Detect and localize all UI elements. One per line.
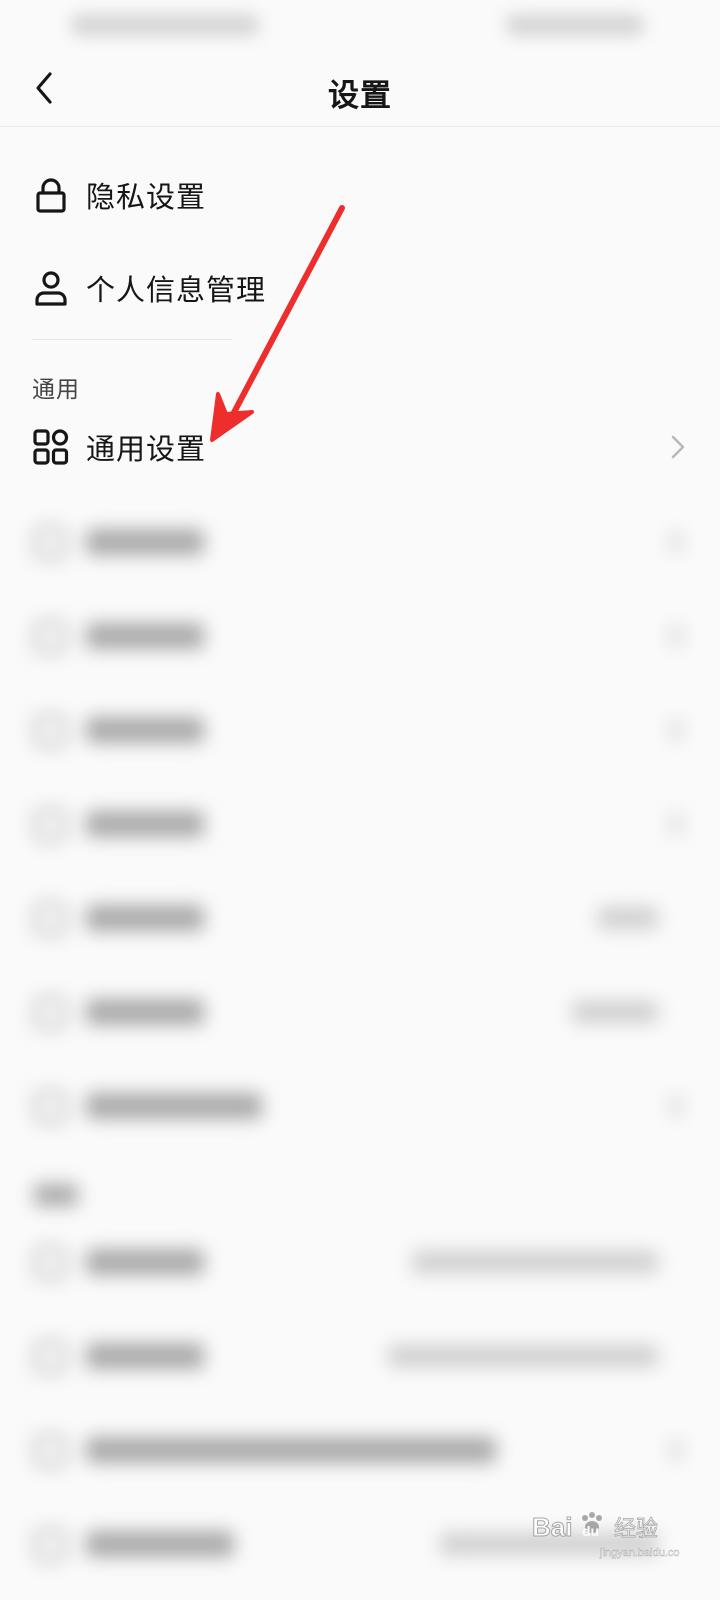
- settings-item-label: 个人信息管理: [86, 273, 267, 307]
- blurred-row: [0, 1326, 720, 1386]
- blurred-row: [0, 512, 720, 572]
- section-divider: [32, 339, 232, 340]
- status-bar-right-blurred: [505, 14, 645, 36]
- settings-item-general[interactable]: 通用设置: [0, 402, 720, 492]
- svg-text:Bai: Bai: [532, 1512, 572, 1542]
- settings-item-label: 通用设置: [86, 432, 207, 466]
- blurred-icon: [34, 1247, 66, 1279]
- settings-item-privacy[interactable]: 隐私设置: [0, 150, 720, 240]
- blurred-icon: [34, 1091, 66, 1123]
- status-bar-left-blurred: [70, 14, 260, 36]
- section-header-general: 通用: [32, 377, 80, 403]
- blurred-row: [0, 1076, 720, 1136]
- blurred-row: [0, 1232, 720, 1292]
- blurred-settings-list: [0, 492, 720, 1600]
- blurred-icon: [34, 715, 66, 747]
- blurred-icon: [34, 1529, 66, 1561]
- user-icon: [35, 271, 67, 306]
- chevron-right-icon: [671, 435, 685, 459]
- settings-item-personal-info[interactable]: 个人信息管理: [0, 243, 720, 333]
- blurred-row: [0, 982, 720, 1042]
- blurred-row: [0, 1420, 720, 1480]
- blurred-section-header: [34, 1184, 78, 1206]
- grid-icon: [33, 429, 69, 465]
- svg-text:jingyan.baidu.com: jingyan.baidu.com: [599, 1547, 680, 1559]
- page-title: 设置: [328, 78, 392, 114]
- blurred-row: [0, 888, 720, 948]
- blurred-icon: [34, 997, 66, 1029]
- settings-item-label: 隐私设置: [86, 180, 207, 214]
- lock-icon: [36, 178, 66, 213]
- blurred-icon: [34, 1435, 66, 1467]
- navigation-bar: 设置: [0, 50, 720, 127]
- blurred-icon: [34, 621, 66, 653]
- baidu-jingyan-watermark: Bai du 经验 jingyan.baidu.com: [532, 1512, 681, 1560]
- blurred-icon: [34, 1341, 66, 1373]
- status-bar: [0, 0, 720, 50]
- blurred-row: [0, 700, 720, 760]
- svg-text:du: du: [582, 1523, 599, 1539]
- svg-text:经验: 经验: [614, 1517, 658, 1542]
- blurred-icon: [34, 903, 66, 935]
- blurred-icon: [34, 527, 66, 559]
- blurred-icon: [34, 809, 66, 841]
- blurred-row: [0, 794, 720, 854]
- blurred-row: [0, 606, 720, 666]
